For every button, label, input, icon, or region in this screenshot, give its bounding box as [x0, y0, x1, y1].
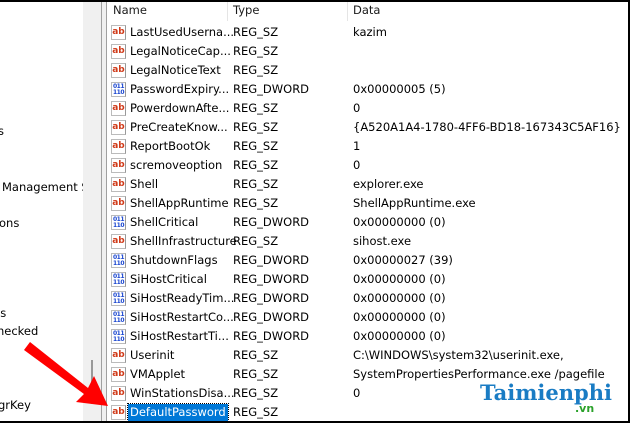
registry-editor-window: s Management Se ons ls necked grKey Name… — [0, 0, 630, 423]
taimienphi-logo: Taimienphi .vn — [480, 380, 612, 415]
logo-tld: .vn — [575, 402, 595, 415]
arrow-shape — [24, 342, 108, 406]
red-arrow-annotation — [24, 342, 108, 406]
